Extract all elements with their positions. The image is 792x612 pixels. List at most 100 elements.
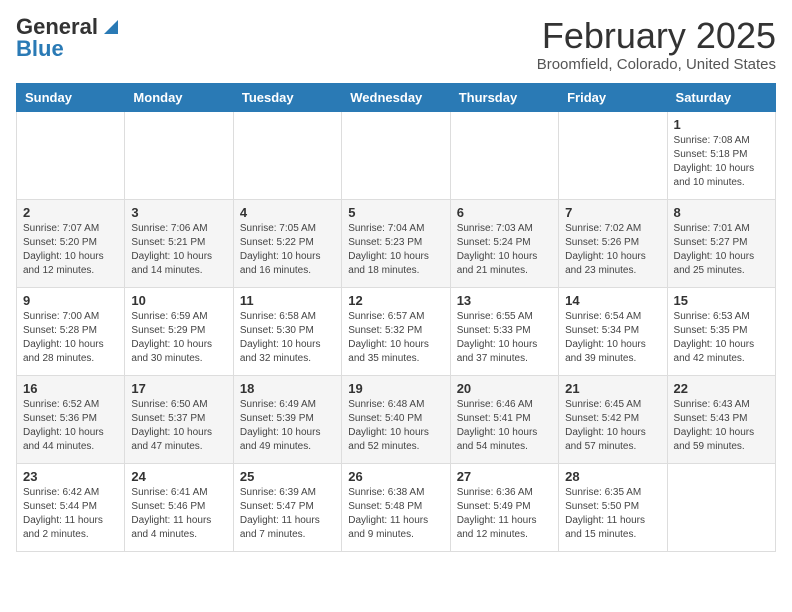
calendar-cell: 8 Sunrise: 7:01 AM Sunset: 5:27 PM Daylig… — [667, 199, 775, 287]
calendar-cell: 5 Sunrise: 7:04 AM Sunset: 5:23 PM Daylig… — [342, 199, 450, 287]
day-number: 24 — [131, 469, 226, 484]
calendar-cell: 13 Sunrise: 6:55 AM Sunset: 5:33 PM Dayli… — [450, 287, 558, 375]
calendar-cell: 4 Sunrise: 7:05 AM Sunset: 5:22 PM Daylig… — [233, 199, 341, 287]
calendar-cell — [233, 111, 341, 199]
day-number: 6 — [457, 205, 552, 220]
day-info: Sunrise: 6:36 AM Sunset: 5:49 PM Dayligh… — [457, 486, 552, 542]
calendar-week-row: 9 Sunrise: 7:00 AM Sunset: 5:28 PM Daylig… — [17, 287, 776, 375]
day-info: Sunrise: 7:01 AM Sunset: 5:27 PM Dayligh… — [674, 222, 769, 278]
day-info: Sunrise: 6:57 AM Sunset: 5:32 PM Dayligh… — [348, 310, 443, 366]
day-info: Sunrise: 6:48 AM Sunset: 5:40 PM Dayligh… — [348, 398, 443, 454]
day-info: Sunrise: 7:02 AM Sunset: 5:26 PM Dayligh… — [565, 222, 660, 278]
calendar-week-row: 1Sunrise: 7:08 AM Sunset: 5:18 PM Daylig… — [17, 111, 776, 199]
calendar-cell: 25Sunrise: 6:39 AM Sunset: 5:47 PM Dayli… — [233, 463, 341, 551]
calendar-cell: 14 Sunrise: 6:54 AM Sunset: 5:34 PM Dayli… — [559, 287, 667, 375]
calendar-cell: 11Sunrise: 6:58 AM Sunset: 5:30 PM Dayli… — [233, 287, 341, 375]
day-number: 11 — [240, 293, 335, 308]
calendar-cell — [667, 463, 775, 551]
day-number: 9 — [23, 293, 118, 308]
calendar-cell: 23 Sunrise: 6:42 AM Sunset: 5:44 PM Dayli… — [17, 463, 125, 551]
day-number: 15 — [674, 293, 769, 308]
calendar-cell: 6 Sunrise: 7:03 AM Sunset: 5:24 PM Daylig… — [450, 199, 558, 287]
calendar-cell: 19 Sunrise: 6:48 AM Sunset: 5:40 PM Dayli… — [342, 375, 450, 463]
day-number: 19 — [348, 381, 443, 396]
day-number: 8 — [674, 205, 769, 220]
day-number: 7 — [565, 205, 660, 220]
calendar-day-header: Wednesday — [342, 83, 450, 111]
day-number: 14 — [565, 293, 660, 308]
day-info: Sunrise: 6:59 AM Sunset: 5:29 PM Dayligh… — [131, 310, 226, 366]
calendar-cell: 28 Sunrise: 6:35 AM Sunset: 5:50 PM Dayli… — [559, 463, 667, 551]
day-number: 25 — [240, 469, 335, 484]
calendar-cell: 10 Sunrise: 6:59 AM Sunset: 5:29 PM Dayli… — [125, 287, 233, 375]
day-number: 13 — [457, 293, 552, 308]
day-info: Sunrise: 7:07 AM Sunset: 5:20 PM Dayligh… — [23, 222, 118, 278]
day-number: 3 — [131, 205, 226, 220]
day-number: 20 — [457, 381, 552, 396]
day-info: Sunrise: 7:00 AM Sunset: 5:28 PM Dayligh… — [23, 310, 118, 366]
calendar-cell: 12 Sunrise: 6:57 AM Sunset: 5:32 PM Dayli… — [342, 287, 450, 375]
calendar-day-header: Saturday — [667, 83, 775, 111]
calendar-day-header: Monday — [125, 83, 233, 111]
day-number: 23 — [23, 469, 118, 484]
calendar-cell: 26 Sunrise: 6:38 AM Sunset: 5:48 PM Dayli… — [342, 463, 450, 551]
day-info: Sunrise: 6:46 AM Sunset: 5:41 PM Dayligh… — [457, 398, 552, 454]
logo-general-text: General — [16, 16, 98, 38]
day-info: Sunrise: 6:53 AM Sunset: 5:35 PM Dayligh… — [674, 310, 769, 366]
calendar-cell: 24 Sunrise: 6:41 AM Sunset: 5:46 PM Dayli… — [125, 463, 233, 551]
day-number: 1 — [674, 117, 769, 132]
day-number: 17 — [131, 381, 226, 396]
calendar-cell: 17Sunrise: 6:50 AM Sunset: 5:37 PM Dayli… — [125, 375, 233, 463]
day-info: Sunrise: 6:41 AM Sunset: 5:46 PM Dayligh… — [131, 486, 226, 542]
day-info: Sunrise: 6:45 AM Sunset: 5:42 PM Dayligh… — [565, 398, 660, 454]
day-info: Sunrise: 7:04 AM Sunset: 5:23 PM Dayligh… — [348, 222, 443, 278]
page-subtitle: Broomfield, Colorado, United States — [537, 56, 776, 73]
calendar-cell: 7 Sunrise: 7:02 AM Sunset: 5:26 PM Daylig… — [559, 199, 667, 287]
day-number: 28 — [565, 469, 660, 484]
calendar-cell: 27 Sunrise: 6:36 AM Sunset: 5:49 PM Dayli… — [450, 463, 558, 551]
day-number: 27 — [457, 469, 552, 484]
calendar-cell: 3 Sunrise: 7:06 AM Sunset: 5:21 PM Daylig… — [125, 199, 233, 287]
calendar-cell: 1Sunrise: 7:08 AM Sunset: 5:18 PM Daylig… — [667, 111, 775, 199]
logo: General Blue — [16, 16, 118, 60]
day-number: 5 — [348, 205, 443, 220]
day-info: Sunrise: 6:49 AM Sunset: 5:39 PM Dayligh… — [240, 398, 335, 454]
calendar-day-header: Thursday — [450, 83, 558, 111]
calendar-week-row: 23 Sunrise: 6:42 AM Sunset: 5:44 PM Dayli… — [17, 463, 776, 551]
calendar-header-row: SundayMondayTuesdayWednesdayThursdayFrid… — [17, 83, 776, 111]
calendar-cell — [17, 111, 125, 199]
logo-arrow-icon — [100, 16, 118, 34]
calendar-day-header: Sunday — [17, 83, 125, 111]
day-info: Sunrise: 6:35 AM Sunset: 5:50 PM Dayligh… — [565, 486, 660, 542]
day-info: Sunrise: 6:55 AM Sunset: 5:33 PM Dayligh… — [457, 310, 552, 366]
day-info: Sunrise: 6:42 AM Sunset: 5:44 PM Dayligh… — [23, 486, 118, 542]
day-number: 2 — [23, 205, 118, 220]
calendar-cell — [559, 111, 667, 199]
day-info: Sunrise: 6:52 AM Sunset: 5:36 PM Dayligh… — [23, 398, 118, 454]
calendar-cell — [450, 111, 558, 199]
calendar-cell — [342, 111, 450, 199]
calendar-cell: 22Sunrise: 6:43 AM Sunset: 5:43 PM Dayli… — [667, 375, 775, 463]
calendar-day-header: Friday — [559, 83, 667, 111]
calendar-cell — [125, 111, 233, 199]
calendar-cell: 9 Sunrise: 7:00 AM Sunset: 5:28 PM Daylig… — [17, 287, 125, 375]
day-number: 4 — [240, 205, 335, 220]
calendar-week-row: 16 Sunrise: 6:52 AM Sunset: 5:36 PM Dayli… — [17, 375, 776, 463]
day-number: 16 — [23, 381, 118, 396]
day-number: 18 — [240, 381, 335, 396]
calendar-week-row: 2 Sunrise: 7:07 AM Sunset: 5:20 PM Daylig… — [17, 199, 776, 287]
day-number: 12 — [348, 293, 443, 308]
day-number: 22 — [674, 381, 769, 396]
page-title: February 2025 — [537, 16, 776, 56]
calendar-cell: 2 Sunrise: 7:07 AM Sunset: 5:20 PM Daylig… — [17, 199, 125, 287]
day-info: Sunrise: 7:05 AM Sunset: 5:22 PM Dayligh… — [240, 222, 335, 278]
day-info: Sunrise: 6:54 AM Sunset: 5:34 PM Dayligh… — [565, 310, 660, 366]
calendar-table: SundayMondayTuesdayWednesdayThursdayFrid… — [16, 83, 776, 552]
day-info: Sunrise: 7:06 AM Sunset: 5:21 PM Dayligh… — [131, 222, 226, 278]
day-number: 26 — [348, 469, 443, 484]
day-number: 10 — [131, 293, 226, 308]
calendar-cell: 20 Sunrise: 6:46 AM Sunset: 5:41 PM Dayli… — [450, 375, 558, 463]
calendar-cell: 18 Sunrise: 6:49 AM Sunset: 5:39 PM Dayli… — [233, 375, 341, 463]
day-info: Sunrise: 6:38 AM Sunset: 5:48 PM Dayligh… — [348, 486, 443, 542]
day-info: Sunrise: 7:03 AM Sunset: 5:24 PM Dayligh… — [457, 222, 552, 278]
